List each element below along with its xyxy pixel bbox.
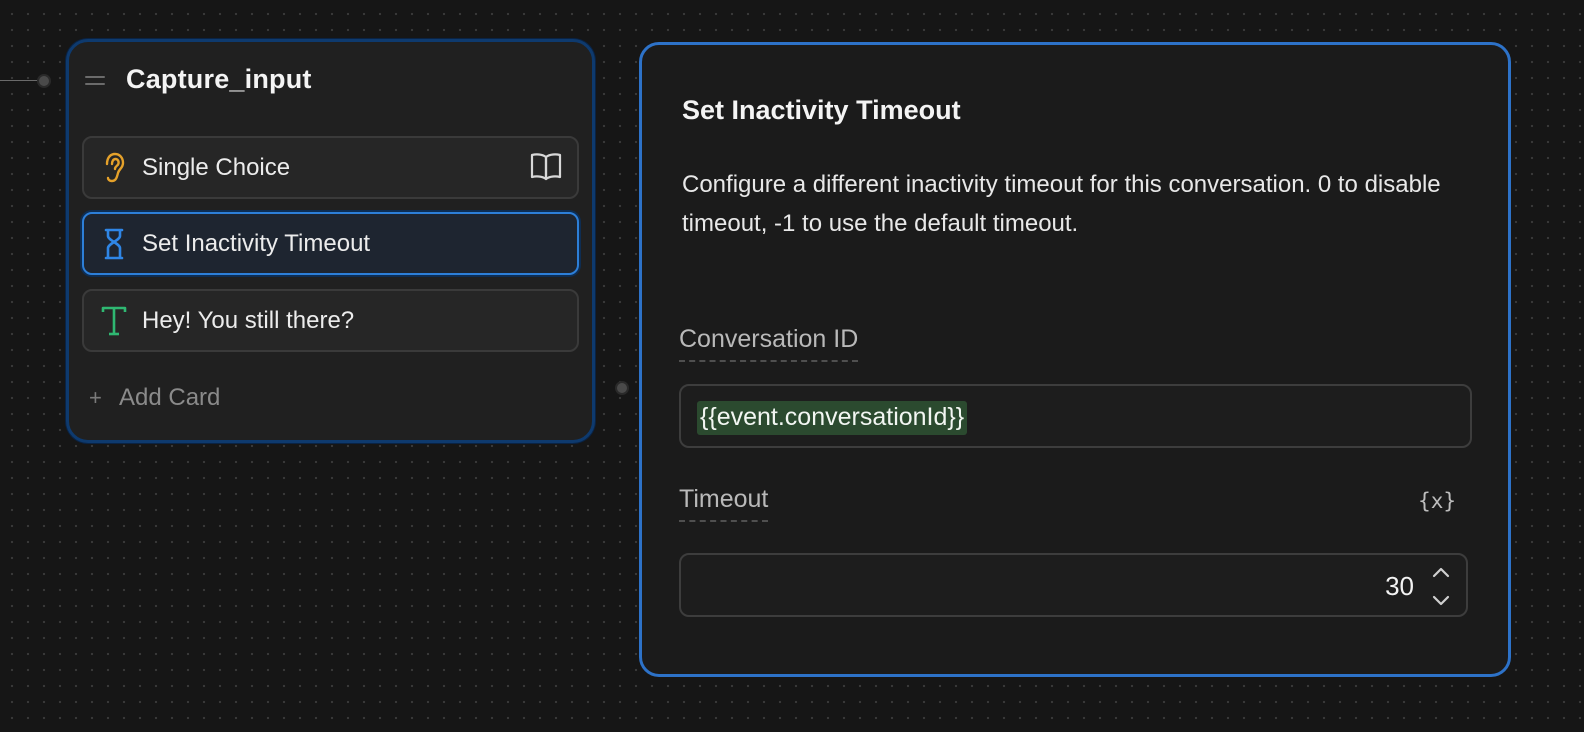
card-single-choice[interactable]: Single Choice	[82, 136, 579, 199]
node-title: Capture_input	[126, 64, 312, 94]
timeout-label: Timeout	[679, 485, 769, 522]
variable-token[interactable]: {{event.conversationId}}	[697, 401, 968, 435]
capture-input-node[interactable]: Capture_input Single Choice Set Inactivi…	[66, 39, 595, 443]
card-label: Hey! You still there?	[142, 307, 355, 334]
drag-handle-icon[interactable]	[85, 76, 105, 86]
card-text-message[interactable]: Hey! You still there?	[82, 289, 579, 352]
conversation-id-input[interactable]: {{event.conversationId}}	[679, 384, 1472, 448]
number-stepper[interactable]	[1428, 561, 1454, 611]
timeout-value: 30	[1385, 571, 1414, 601]
chevron-up-icon	[1432, 567, 1450, 578]
text-icon	[101, 306, 127, 336]
card-set-inactivity-timeout[interactable]: Set Inactivity Timeout	[82, 212, 579, 275]
panel-description: Configure a different inactivity timeout…	[682, 171, 1441, 237]
conversation-id-label: Conversation ID	[679, 325, 859, 362]
timeout-number-input[interactable]: 30	[679, 553, 1468, 617]
incoming-edge	[0, 80, 40, 81]
panel-title: Set Inactivity Timeout	[682, 95, 961, 125]
hourglass-icon	[104, 228, 124, 260]
panel-connection-port[interactable]	[615, 381, 629, 395]
chevron-down-icon	[1432, 595, 1450, 606]
plus-icon: +	[89, 385, 102, 410]
card-label: Single Choice	[142, 154, 291, 181]
node-input-port[interactable]	[37, 74, 51, 88]
add-card-button[interactable]: + Add Card	[89, 378, 220, 418]
add-card-label: Add Card	[119, 384, 221, 411]
node-header: Capture_input	[69, 42, 592, 122]
insert-variable-button[interactable]: {x}	[1418, 489, 1456, 513]
ear-icon	[105, 152, 125, 183]
card-inspector-panel: Set Inactivity Timeout Configure a diffe…	[639, 42, 1511, 677]
book-icon[interactable]	[529, 151, 563, 183]
card-label: Set Inactivity Timeout	[142, 230, 371, 257]
